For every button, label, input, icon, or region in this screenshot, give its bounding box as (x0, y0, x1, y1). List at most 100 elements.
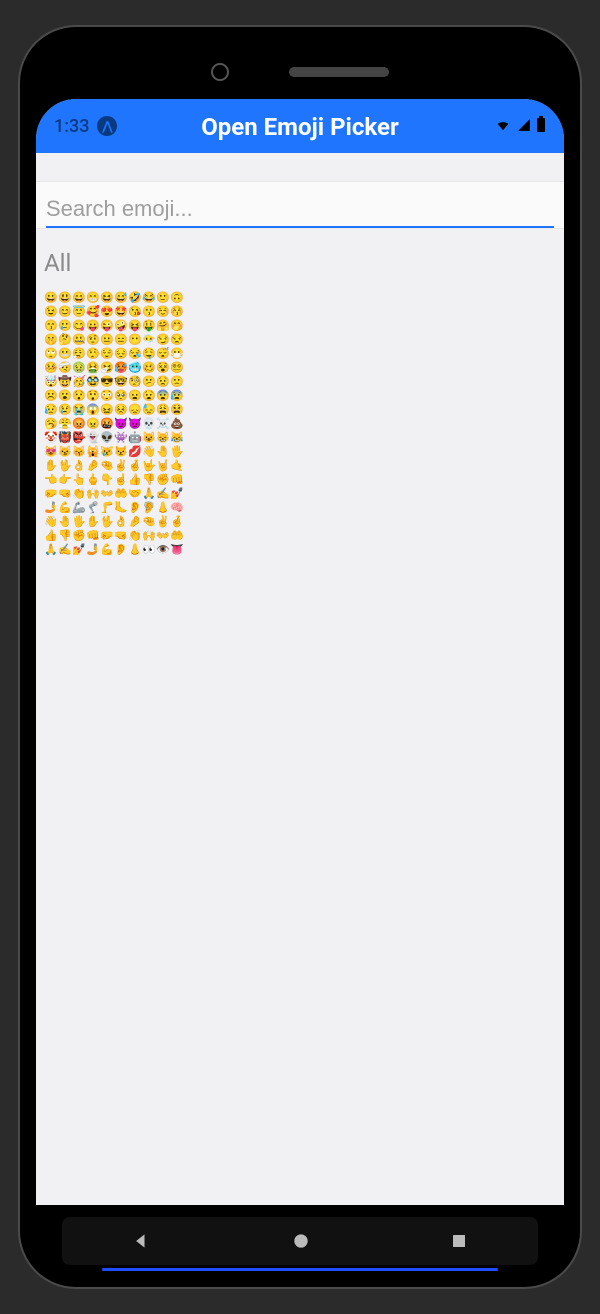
emoji-cell[interactable]: 😩 (156, 403, 170, 417)
emoji-cell[interactable]: 😧 (142, 389, 156, 403)
emoji-cell[interactable]: 😶 (128, 333, 142, 347)
emoji-cell[interactable]: 😵‍💫 (170, 361, 184, 375)
emoji-cell[interactable]: 😕 (142, 375, 156, 389)
emoji-cell[interactable]: 😹 (170, 431, 184, 445)
emoji-cell[interactable]: 👏 (72, 487, 86, 501)
emoji-cell[interactable]: 👃 (128, 543, 142, 557)
emoji-cell[interactable]: 🤳 (44, 501, 58, 515)
emoji-cell[interactable]: 👌 (114, 515, 128, 529)
emoji-cell[interactable]: 😻 (44, 445, 58, 459)
emoji-cell[interactable]: 😲 (86, 389, 100, 403)
emoji-cell[interactable]: 🤓 (114, 375, 128, 389)
emoji-cell[interactable]: 🦿 (86, 501, 100, 515)
emoji-cell[interactable]: 😳 (100, 389, 114, 403)
emoji-cell[interactable]: 😫 (170, 403, 184, 417)
emoji-cell[interactable]: 🖕 (86, 473, 100, 487)
emoji-cell[interactable]: 👐 (156, 529, 170, 543)
emoji-cell[interactable]: 💅 (170, 487, 184, 501)
emoji-cell[interactable]: 👺 (72, 431, 86, 445)
emoji-cell[interactable]: 💪 (58, 501, 72, 515)
emoji-cell[interactable]: 👉 (58, 473, 72, 487)
emoji-cell[interactable]: 😓 (142, 403, 156, 417)
emoji-cell[interactable]: 🤖 (128, 431, 142, 445)
emoji-cell[interactable]: 😙 (44, 319, 58, 333)
emoji-cell[interactable]: 😰 (170, 389, 184, 403)
emoji-cell[interactable]: 🧠 (170, 501, 184, 515)
emoji-cell[interactable]: 🤩 (114, 305, 128, 319)
emoji-cell[interactable]: 🥸 (86, 375, 100, 389)
emoji-cell[interactable]: 😆 (100, 291, 114, 305)
emoji-cell[interactable]: 🤢 (72, 361, 86, 375)
emoji-cell[interactable]: 🥰 (86, 305, 100, 319)
emoji-cell[interactable]: 😔 (114, 347, 128, 361)
emoji-cell[interactable]: 🤯 (44, 375, 58, 389)
emoji-cell[interactable]: 🤏 (100, 459, 114, 473)
emoji-cell[interactable]: 😛 (86, 319, 100, 333)
emoji-cell[interactable]: 👋 (44, 515, 58, 529)
emoji-cell[interactable]: 🥴 (142, 361, 156, 375)
emoji-cell[interactable]: 🥺 (114, 389, 128, 403)
emoji-cell[interactable]: 🙁 (170, 375, 184, 389)
emoji-cell[interactable]: ✋ (44, 459, 58, 473)
emoji-cell[interactable]: ☹️ (44, 389, 58, 403)
emoji-cell[interactable]: 🖐️ (170, 445, 184, 459)
emoji-cell[interactable]: 😘 (128, 305, 142, 319)
emoji-cell[interactable]: 🤬 (100, 417, 114, 431)
emoji-cell[interactable]: 😮 (58, 389, 72, 403)
emoji-cell[interactable]: 👽 (100, 431, 114, 445)
emoji-cell[interactable]: 😠 (86, 417, 100, 431)
emoji-cell[interactable]: 👁️ (156, 543, 170, 557)
emoji-cell[interactable]: ✊ (156, 473, 170, 487)
nav-home-button[interactable] (291, 1231, 311, 1251)
emoji-cell[interactable]: 😭 (72, 403, 86, 417)
emoji-cell[interactable]: 👊 (170, 473, 184, 487)
emoji-cell[interactable]: 👊 (86, 529, 100, 543)
emoji-cell[interactable]: 👌 (72, 459, 86, 473)
emoji-cell[interactable]: 👏 (128, 529, 142, 543)
emoji-cell[interactable]: 👿 (128, 417, 142, 431)
emoji-cell[interactable]: 👇 (100, 473, 114, 487)
emoji-cell[interactable]: 😟 (156, 375, 170, 389)
emoji-cell[interactable]: 🤛 (100, 529, 114, 543)
emoji-cell[interactable]: 👋 (142, 445, 156, 459)
emoji-cell[interactable]: 😦 (128, 389, 142, 403)
emoji-cell[interactable]: 😴 (156, 347, 170, 361)
emoji-cell[interactable]: 😐 (100, 333, 114, 347)
emoji-cell[interactable]: 🤐 (72, 333, 86, 347)
emoji-cell[interactable]: 🙀 (86, 445, 100, 459)
emoji-cell[interactable]: 😋 (72, 319, 86, 333)
emoji-cell[interactable]: 👂 (114, 543, 128, 557)
emoji-cell[interactable]: 😁 (86, 291, 100, 305)
emoji-cell[interactable]: 👃 (156, 501, 170, 515)
emoji-cell[interactable]: 🤙 (170, 459, 184, 473)
emoji-cell[interactable]: 🤌 (86, 459, 100, 473)
emoji-cell[interactable]: ☠️ (156, 417, 170, 431)
emoji-cell[interactable]: 🥵 (114, 361, 128, 375)
emoji-cell[interactable]: 😺 (142, 431, 156, 445)
emoji-cell[interactable]: 🙌 (142, 529, 156, 543)
emoji-cell[interactable]: ✍️ (156, 487, 170, 501)
emoji-cell[interactable]: ✍️ (58, 543, 72, 557)
emoji-cell[interactable]: 😍 (100, 305, 114, 319)
emoji-cell[interactable]: 😯 (72, 389, 86, 403)
emoji-cell[interactable]: 👈 (44, 473, 58, 487)
emoji-cell[interactable]: 🤤 (142, 347, 156, 361)
emoji-cell[interactable]: 😥 (44, 403, 58, 417)
emoji-cell[interactable]: 😞 (128, 403, 142, 417)
emoji-cell[interactable]: 🤪 (114, 319, 128, 333)
nav-back-button[interactable] (132, 1231, 152, 1251)
emoji-cell[interactable]: 😊 (58, 305, 72, 319)
emoji-cell[interactable]: 😑 (114, 333, 128, 347)
emoji-cell[interactable]: 😂 (142, 291, 156, 305)
emoji-cell[interactable]: ☺️ (156, 305, 170, 319)
emoji-cell[interactable]: 😾 (114, 445, 128, 459)
emoji-cell[interactable]: 🤜 (114, 529, 128, 543)
emoji-cell[interactable]: 🤣 (128, 291, 142, 305)
emoji-cell[interactable]: 😡 (72, 417, 86, 431)
emoji-cell[interactable]: ✋ (86, 515, 100, 529)
emoji-cell[interactable]: 🥱 (44, 417, 58, 431)
emoji-cell[interactable]: ☝️ (114, 473, 128, 487)
emoji-cell[interactable]: 😌 (100, 347, 114, 361)
emoji-cell[interactable]: 😚 (170, 305, 184, 319)
emoji-cell[interactable]: 🤜 (58, 487, 72, 501)
